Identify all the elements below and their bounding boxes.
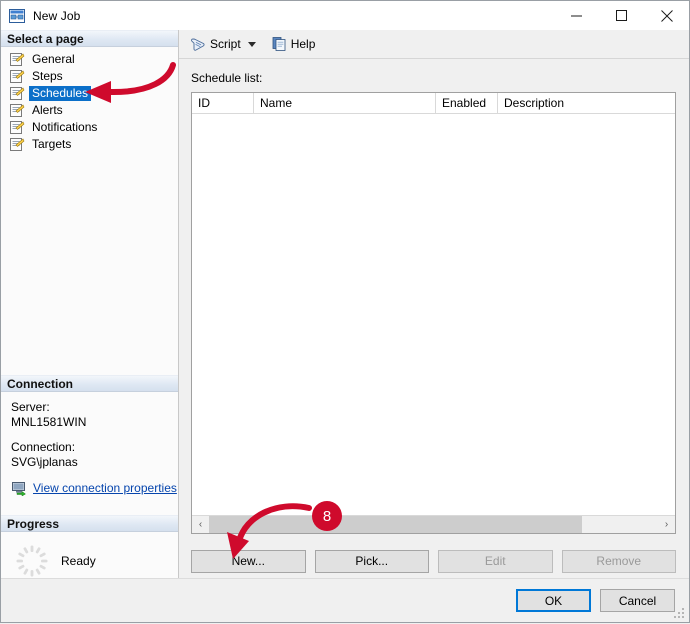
sidebar-item-notifications[interactable]: Notifications [1, 119, 178, 136]
schedule-action-buttons: New... Pick... Edit Remove [191, 534, 676, 578]
column-header-description[interactable]: Description [498, 93, 675, 113]
minimize-button[interactable] [554, 1, 599, 30]
schedule-listview[interactable]: ID Name Enabled Description ‹ › [191, 92, 676, 534]
scrollbar-thumb[interactable] [209, 516, 582, 533]
pick-button[interactable]: Pick... [315, 550, 430, 573]
page-icon [9, 86, 25, 101]
sidebar-item-alerts[interactable]: Alerts [1, 102, 178, 119]
sidebar-item-label: Steps [29, 69, 66, 84]
sidebar-item-general[interactable]: General [1, 51, 178, 68]
spacer [11, 430, 178, 440]
select-page-header: Select a page [1, 30, 178, 47]
help-icon [271, 36, 287, 52]
ok-button[interactable]: OK [516, 589, 591, 612]
page-icon [9, 137, 25, 152]
job-icon [9, 8, 25, 24]
chevron-down-icon [248, 42, 256, 47]
connection-info: Server: MNL1581WIN Connection: SVG\jplan… [1, 392, 178, 496]
connection-value: SVG\jplanas [11, 455, 178, 470]
connection-label: Connection: [11, 440, 178, 455]
sidebar-item-targets[interactable]: Targets [1, 136, 178, 153]
script-icon [190, 36, 206, 52]
help-label: Help [291, 37, 316, 51]
column-header-name[interactable]: Name [254, 93, 436, 113]
window-title: New Job [33, 9, 80, 23]
page-list: General Steps [1, 47, 178, 153]
edit-button: Edit [438, 550, 553, 573]
column-header-enabled[interactable]: Enabled [436, 93, 498, 113]
progress-status: Ready [61, 554, 96, 568]
scroll-right-button[interactable]: › [658, 516, 675, 533]
progress-header: Progress [1, 515, 178, 532]
listview-rows[interactable] [192, 114, 675, 515]
column-header-id[interactable]: ID [192, 93, 254, 113]
sidebar-item-label: Targets [29, 137, 74, 152]
resize-grip[interactable] [674, 608, 686, 620]
page-icon [9, 103, 25, 118]
page-icon [9, 52, 25, 67]
page-icon [9, 69, 25, 84]
toolbar: Script [179, 30, 689, 59]
connection-header: Connection [1, 375, 178, 392]
sidebar-item-schedules[interactable]: Schedules [1, 85, 178, 102]
view-connection-properties-link[interactable]: View connection properties [11, 481, 178, 496]
maximize-button[interactable] [599, 1, 644, 30]
new-button[interactable]: New... [191, 550, 306, 573]
script-button[interactable]: Script [187, 33, 244, 55]
script-dropdown-button[interactable] [244, 33, 260, 55]
spacer [1, 496, 178, 515]
sidebar-item-steps[interactable]: Steps [1, 68, 178, 85]
help-button[interactable]: Help [268, 33, 319, 55]
sidebar-item-label: Notifications [29, 120, 100, 135]
sidebar-item-label: Alerts [29, 103, 66, 118]
sidebar: Select a page General [1, 30, 179, 578]
listview-header: ID Name Enabled Description [192, 93, 675, 114]
remove-button: Remove [562, 550, 677, 573]
server-value: MNL1581WIN [11, 415, 178, 430]
server-label: Server: [11, 400, 178, 415]
cancel-button[interactable]: Cancel [600, 589, 675, 612]
title-bar: New Job [1, 1, 689, 30]
spinner-icon [15, 544, 49, 578]
script-label: Script [210, 37, 241, 51]
main-panel: Script [179, 30, 689, 578]
schedule-list-label: Schedule list: [191, 71, 676, 85]
scrollbar-track[interactable] [209, 516, 658, 533]
dialog-body: Select a page General [1, 30, 689, 578]
close-button[interactable] [644, 1, 689, 30]
page-list-filler [1, 153, 178, 375]
connection-properties-icon [11, 482, 27, 496]
page-icon [9, 120, 25, 135]
new-job-dialog: New Job Select a page [0, 0, 690, 623]
horizontal-scrollbar[interactable]: ‹ › [192, 515, 675, 533]
scroll-left-button[interactable]: ‹ [192, 516, 209, 533]
schedules-pane: Schedule list: ID Name Enabled Descripti… [179, 59, 689, 578]
view-connection-properties-label: View connection properties [33, 481, 177, 496]
sidebar-item-label: General [29, 52, 78, 67]
sidebar-item-label: Schedules [29, 86, 91, 101]
dialog-footer: OK Cancel [1, 578, 689, 622]
progress-info: Ready [1, 532, 178, 578]
